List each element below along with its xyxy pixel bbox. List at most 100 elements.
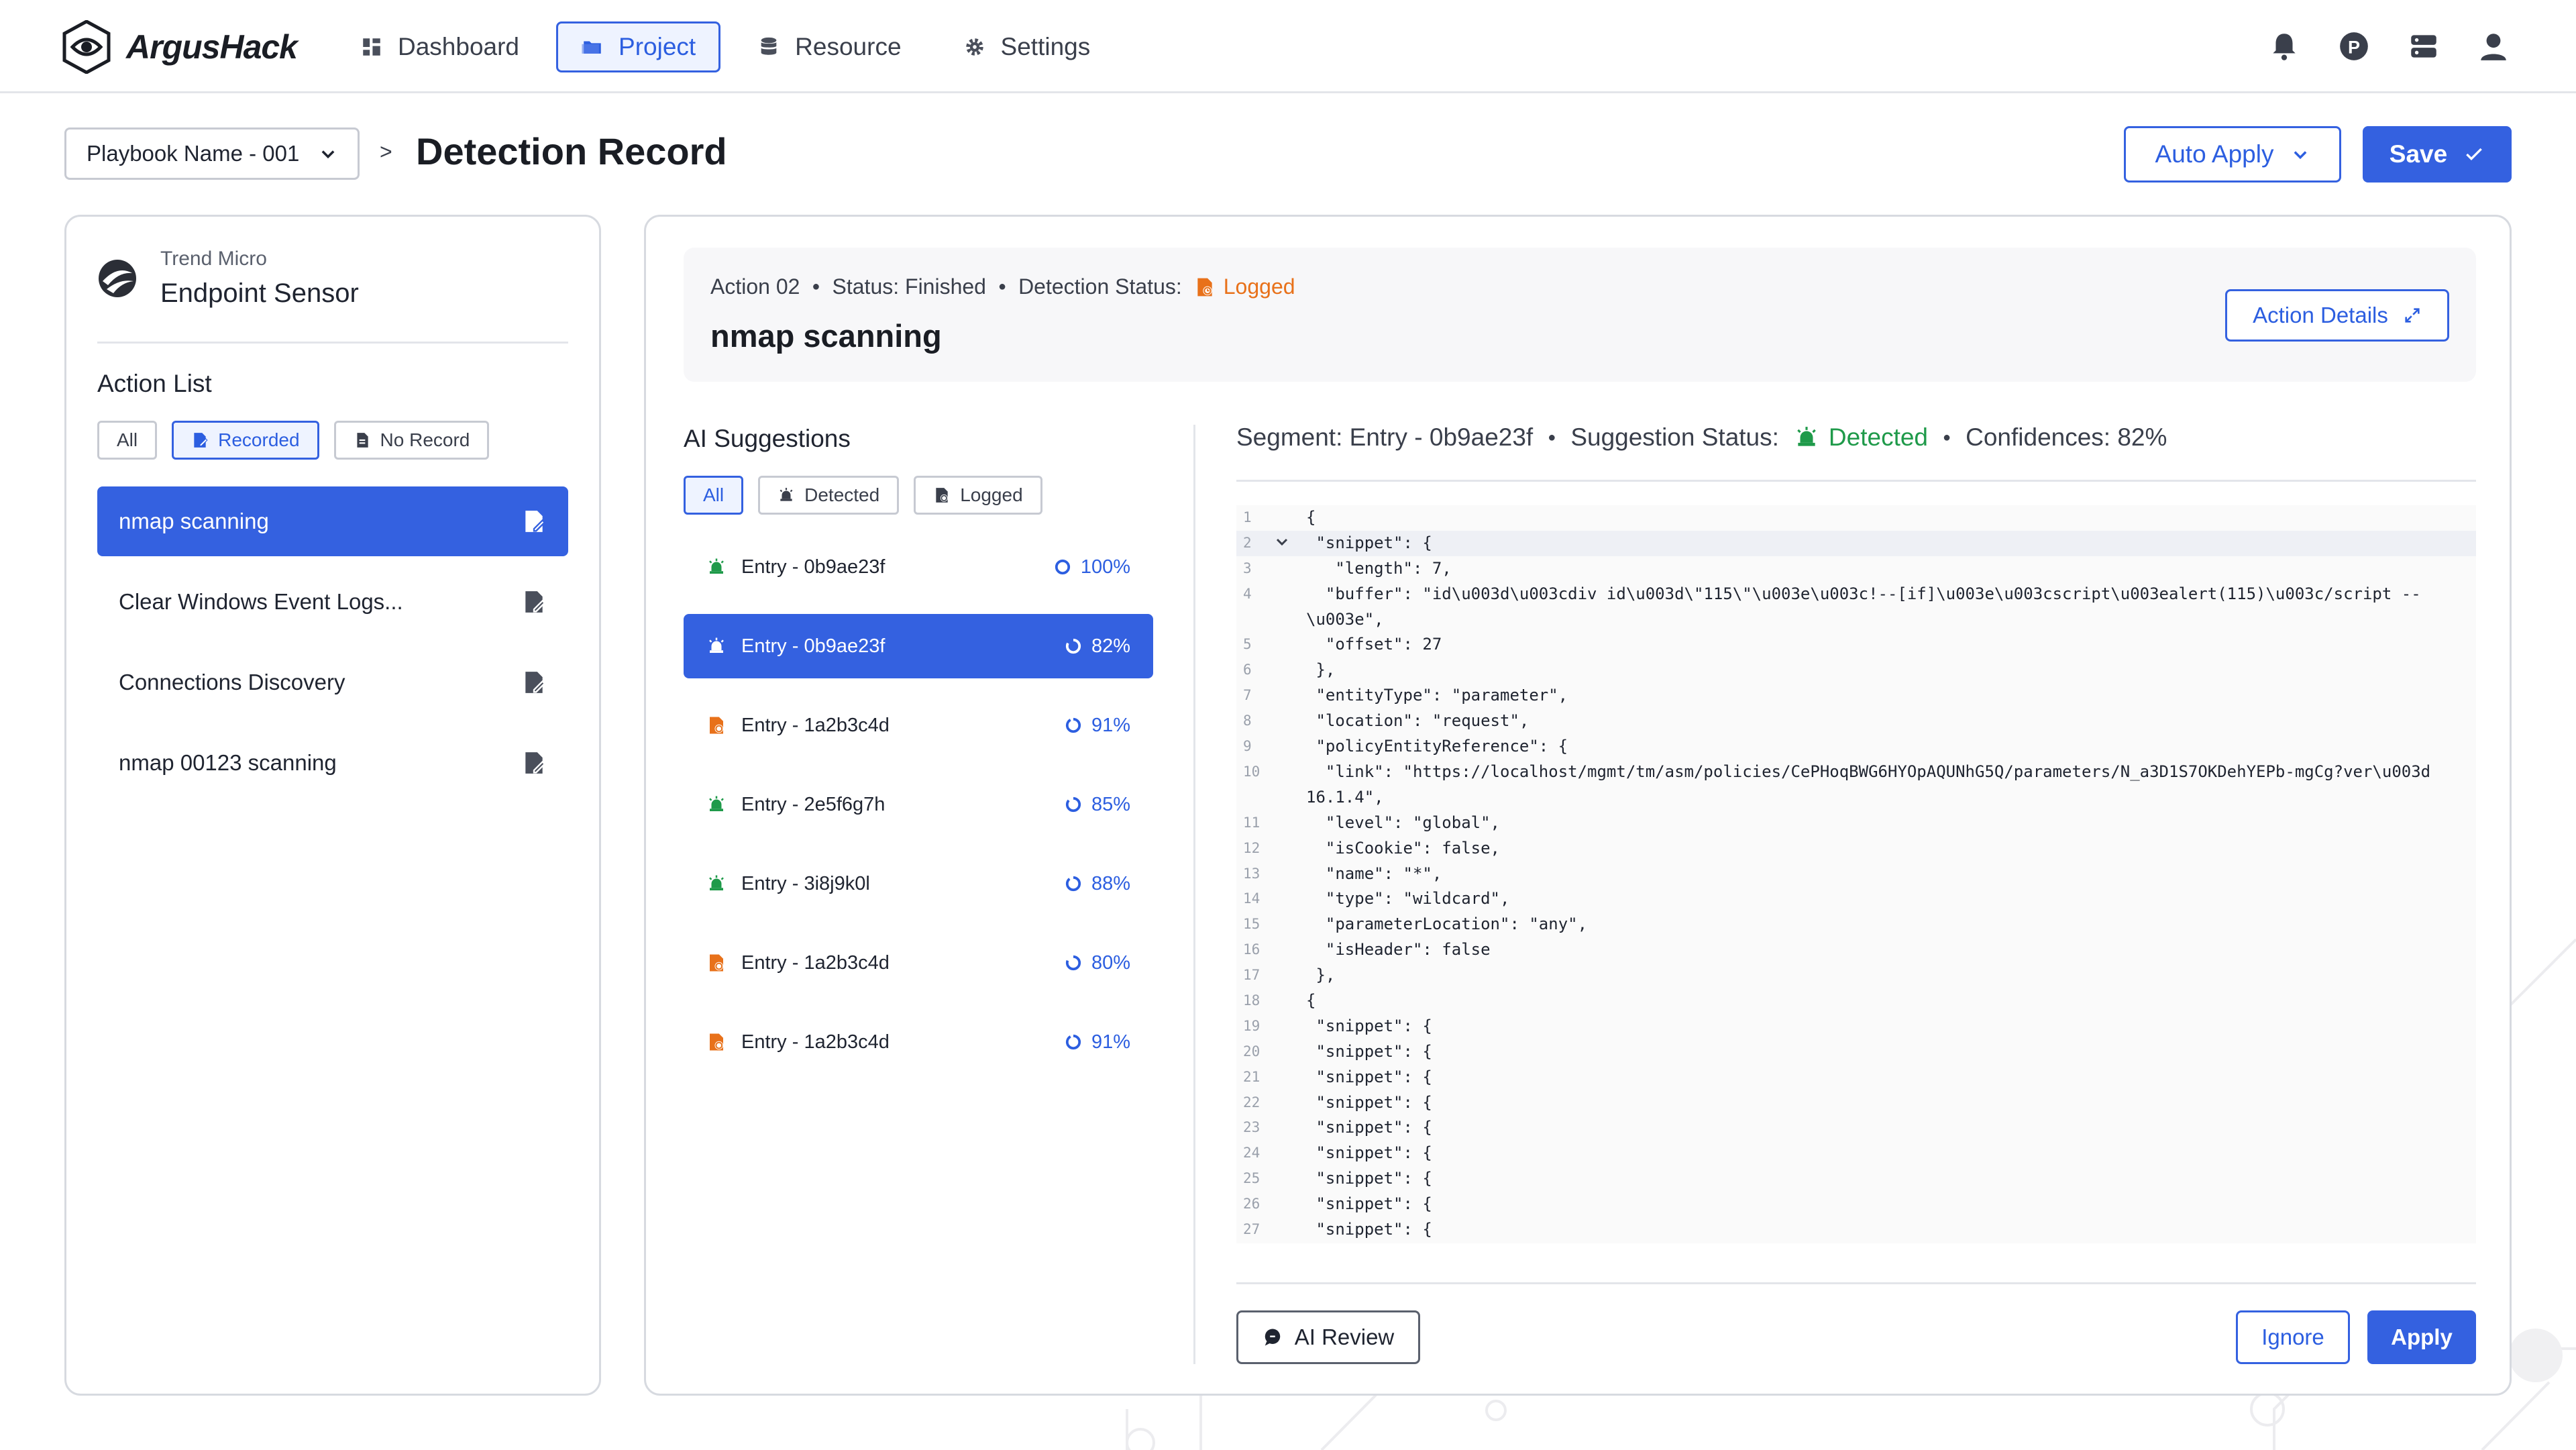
auto-apply-dropdown[interactable]: Auto Apply [2124,126,2341,183]
line-number: 16 [1243,941,1260,958]
gutter-spacer [1274,760,1306,762]
code-line: 18 { [1236,988,2476,1014]
ignore-button[interactable]: Ignore [2236,1310,2350,1364]
suggestion-label: Entry - 3i8j9k0l [741,872,870,894]
nav-resource[interactable]: Resource [733,21,926,72]
code-line: 8 "location": "request", [1236,709,2476,734]
action-details-button[interactable]: Action Details [2225,289,2449,342]
action-item-nmap-scanning[interactable]: nmap scanning [97,486,568,556]
code-text: "type": "wildcard", [1306,889,1510,909]
nav-project[interactable]: Project [556,21,721,72]
code-text: { [1306,990,1316,1010]
filter-all[interactable]: All [97,421,158,460]
gutter-spacer [1274,862,1306,864]
line-number: 13 [1243,865,1260,882]
fold-chevron-icon[interactable] [1274,531,1306,554]
app-name: ArgusHack [126,28,298,66]
chevron-down-icon [2294,151,2307,160]
logged-icon [936,488,948,503]
suggestion-filter-logged-label: Logged [960,484,1023,505]
code-text: "link": "https://localhost/mgmt/tm/asm/p… [1306,762,2431,807]
detected-icon [709,875,724,890]
action-list-title: Action List [97,370,212,397]
bell-icon[interactable] [2267,30,2301,63]
apply-label: Apply [2391,1325,2453,1349]
suggestion-status-label: Suggestion Status: [1570,423,1779,451]
no-record-icon [356,433,368,448]
suggestion-item[interactable]: Entry - 2e5f6g7h 85% [684,772,1153,837]
json-code-viewer[interactable]: 1{2 "snippet": {3 "length": 7, 4 "buffer"… [1236,505,2476,1243]
suggestion-filter-all[interactable]: All [684,476,744,515]
line-number: 25 [1243,1170,1260,1187]
code-text: "length": 7, [1306,558,1452,578]
gutter-spacer [1274,505,1306,508]
action-filter-chips: All Recorded No Record [97,421,490,460]
recorded-icon [194,433,208,448]
top-right-icons: P [2267,30,2510,63]
detected-icon [709,796,724,811]
line-number: 24 [1243,1145,1260,1161]
apply-button[interactable]: Apply [2367,1310,2476,1364]
suggestion-confidence: 80% [1091,951,1130,974]
trend-micro-logo-icon [99,259,136,297]
suggestion-confidence: 85% [1091,793,1130,815]
code-line: 15 "parameterLocation": "any", [1236,912,2476,937]
ai-review-button[interactable]: AI Review [1236,1310,1420,1364]
ignore-label: Ignore [2261,1325,2324,1349]
edit-record-icon[interactable] [521,670,547,695]
action-meta: Action 02 ● Status: Finished ● Detection… [710,274,1295,299]
user-icon[interactable] [2477,30,2510,63]
code-line: 22 "snippet": { [1236,1090,2476,1116]
line-number: 18 [1243,992,1260,1008]
gutter-spacer [1274,632,1306,635]
code-line: 2 "snippet": { [1236,530,2476,556]
suggestion-item[interactable]: Entry - 0b9ae23f 82% [684,614,1153,678]
code-text: "isCookie": false, [1306,838,1500,858]
save-button[interactable]: Save [2363,126,2512,183]
separator-dot: ● [812,279,820,294]
action-item-clear-windows-event-logs[interactable]: Clear Windows Event Logs... [97,567,568,637]
suggestion-item[interactable]: Entry - 1a2b3c4d 80% [684,931,1153,995]
gutter-spacer [1274,1065,1306,1068]
filter-no-record[interactable]: No Record [333,421,490,460]
p-badge-icon[interactable]: P [2337,30,2371,63]
nav-settings[interactable]: Settings [938,21,1116,72]
code-line: 6 }, [1236,658,2476,683]
code-line: 24 "snippet": { [1236,1141,2476,1166]
filter-recorded[interactable]: Recorded [172,421,319,460]
code-text: "name": "*", [1306,864,1442,883]
page-title: Detection Record [416,130,727,172]
line-number: 20 [1243,1043,1260,1059]
suggestion-item[interactable]: Entry - 1a2b3c4d 91% [684,693,1153,758]
code-text: }, [1306,966,1336,985]
action-item-connections-discovery[interactable]: Connections Discovery [97,648,568,717]
edit-record-icon[interactable] [521,750,547,776]
server-icon[interactable] [2407,30,2440,63]
gutter-spacer [1274,1166,1306,1169]
action-item-label: nmap 00123 scanning [119,750,337,775]
gutter-spacer [1274,734,1306,737]
svg-text:P: P [2348,36,2360,57]
detected-icon [709,637,724,653]
code-line: 5 "offset": 27 [1236,632,2476,658]
edit-record-icon[interactable] [521,589,547,615]
suggestion-filter-logged[interactable]: Logged [914,476,1042,515]
app-logo[interactable]: ArgusHack [62,20,298,74]
suggestion-filter-detected-label: Detected [804,484,880,505]
playbook-select[interactable]: Playbook Name - 001 [64,127,360,180]
edit-record-icon[interactable] [521,509,547,534]
top-navigation-bar: ArgusHack Dashboard Project Resource Set… [0,0,2576,93]
action-item-nmap-00123-scanning[interactable]: nmap 00123 scanning [97,728,568,798]
suggestion-item[interactable]: Entry - 0b9ae23f 100% [684,535,1153,599]
nav-dashboard[interactable]: Dashboard [335,21,544,72]
ai-review-label: AI Review [1294,1325,1395,1349]
nav-settings-label: Settings [1000,33,1091,60]
suggestion-item[interactable]: Entry - 1a2b3c4d 91% [684,1010,1153,1074]
confidence-ring-icon [1065,717,1081,733]
confidence-ring-icon [1065,876,1081,892]
suggestion-confidence: 91% [1091,714,1130,736]
gutter-spacer [1274,1014,1306,1017]
suggestion-confidence: 88% [1091,872,1130,894]
suggestion-filter-detected[interactable]: Detected [758,476,900,515]
suggestion-item[interactable]: Entry - 3i8j9k0l 88% [684,851,1153,916]
